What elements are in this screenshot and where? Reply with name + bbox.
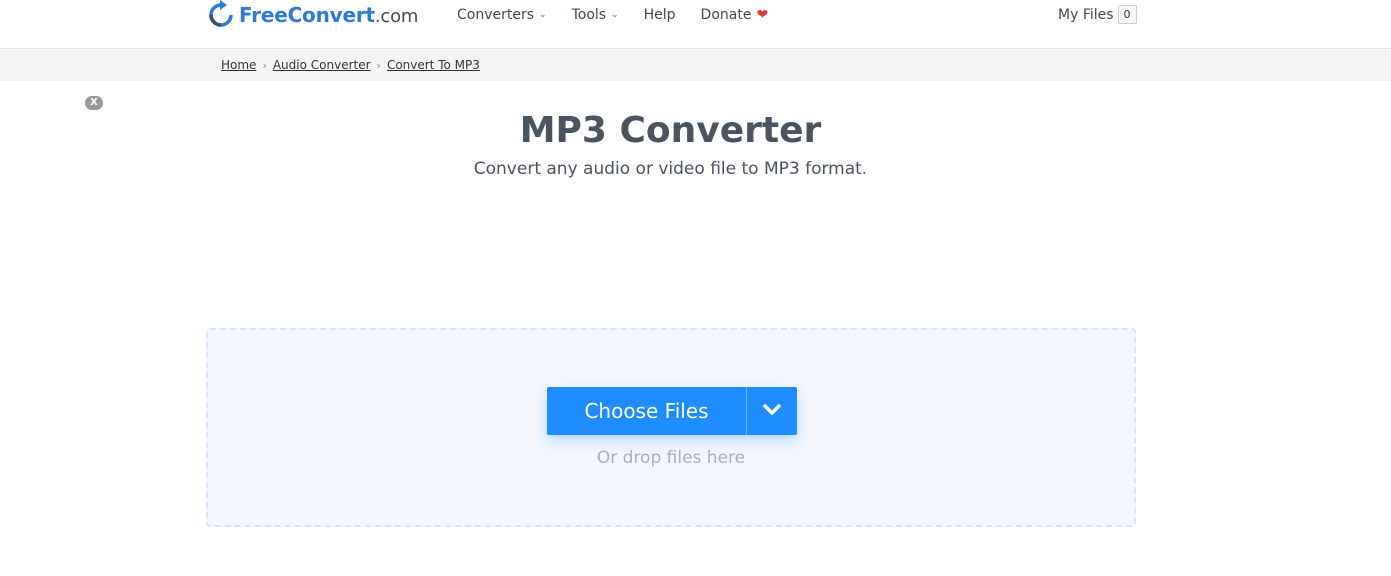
nav-converters[interactable]: Converters ⌄	[457, 7, 547, 23]
chevron-right-icon: ›	[376, 58, 381, 72]
page-subtitle: Convert any audio or video file to MP3 f…	[473, 159, 868, 179]
chevron-down-icon	[762, 402, 782, 421]
breadcrumb-audio-converter[interactable]: Audio Converter	[273, 58, 371, 72]
drop-files-hint: Or drop files here	[596, 448, 746, 468]
nav-help[interactable]: Help	[644, 7, 676, 23]
my-files-count-badge: 0	[1117, 5, 1137, 24]
heart-icon: ❤	[756, 7, 769, 23]
breadcrumb-bar: Home › Audio Converter › Convert To MP3	[0, 50, 1391, 81]
main-nav: Converters ⌄ Tools ⌄ Help Donate ❤	[457, 0, 793, 30]
choose-files-button-group: Choose Files	[547, 387, 797, 435]
chevron-right-icon: ›	[262, 58, 267, 72]
breadcrumb: Home › Audio Converter › Convert To MP3	[221, 58, 480, 72]
my-files-button[interactable]: My Files 0	[1058, 5, 1137, 24]
site-header: FreeConvert.com Converters ⌄ Tools ⌄ Hel…	[0, 0, 1391, 49]
choose-source-dropdown-button[interactable]	[747, 387, 797, 435]
nav-converters-label: Converters	[457, 7, 535, 23]
chevron-down-icon: ⌄	[611, 10, 619, 20]
nav-help-label: Help	[643, 7, 676, 23]
refresh-logo-icon	[207, 0, 235, 30]
my-files-label: My Files	[1058, 6, 1114, 23]
file-dropzone[interactable]: Choose Files Or drop files here	[206, 328, 1136, 527]
breadcrumb-convert-to-mp3[interactable]: Convert To MP3	[387, 58, 480, 72]
breadcrumb-home[interactable]: Home	[221, 58, 256, 72]
logo-text: FreeConvert.com	[239, 3, 419, 27]
page-title: MP3 Converter	[519, 110, 822, 151]
site-logo[interactable]: FreeConvert.com	[207, 0, 418, 30]
nav-donate[interactable]: Donate ❤	[701, 7, 769, 23]
choose-files-button[interactable]: Choose Files	[547, 387, 747, 435]
chevron-down-icon: ⌄	[539, 10, 547, 20]
nav-donate-label: Donate	[700, 7, 752, 23]
ad-close-button[interactable]: X	[85, 96, 103, 110]
nav-tools[interactable]: Tools ⌄	[572, 7, 619, 23]
nav-tools-label: Tools	[571, 7, 607, 23]
